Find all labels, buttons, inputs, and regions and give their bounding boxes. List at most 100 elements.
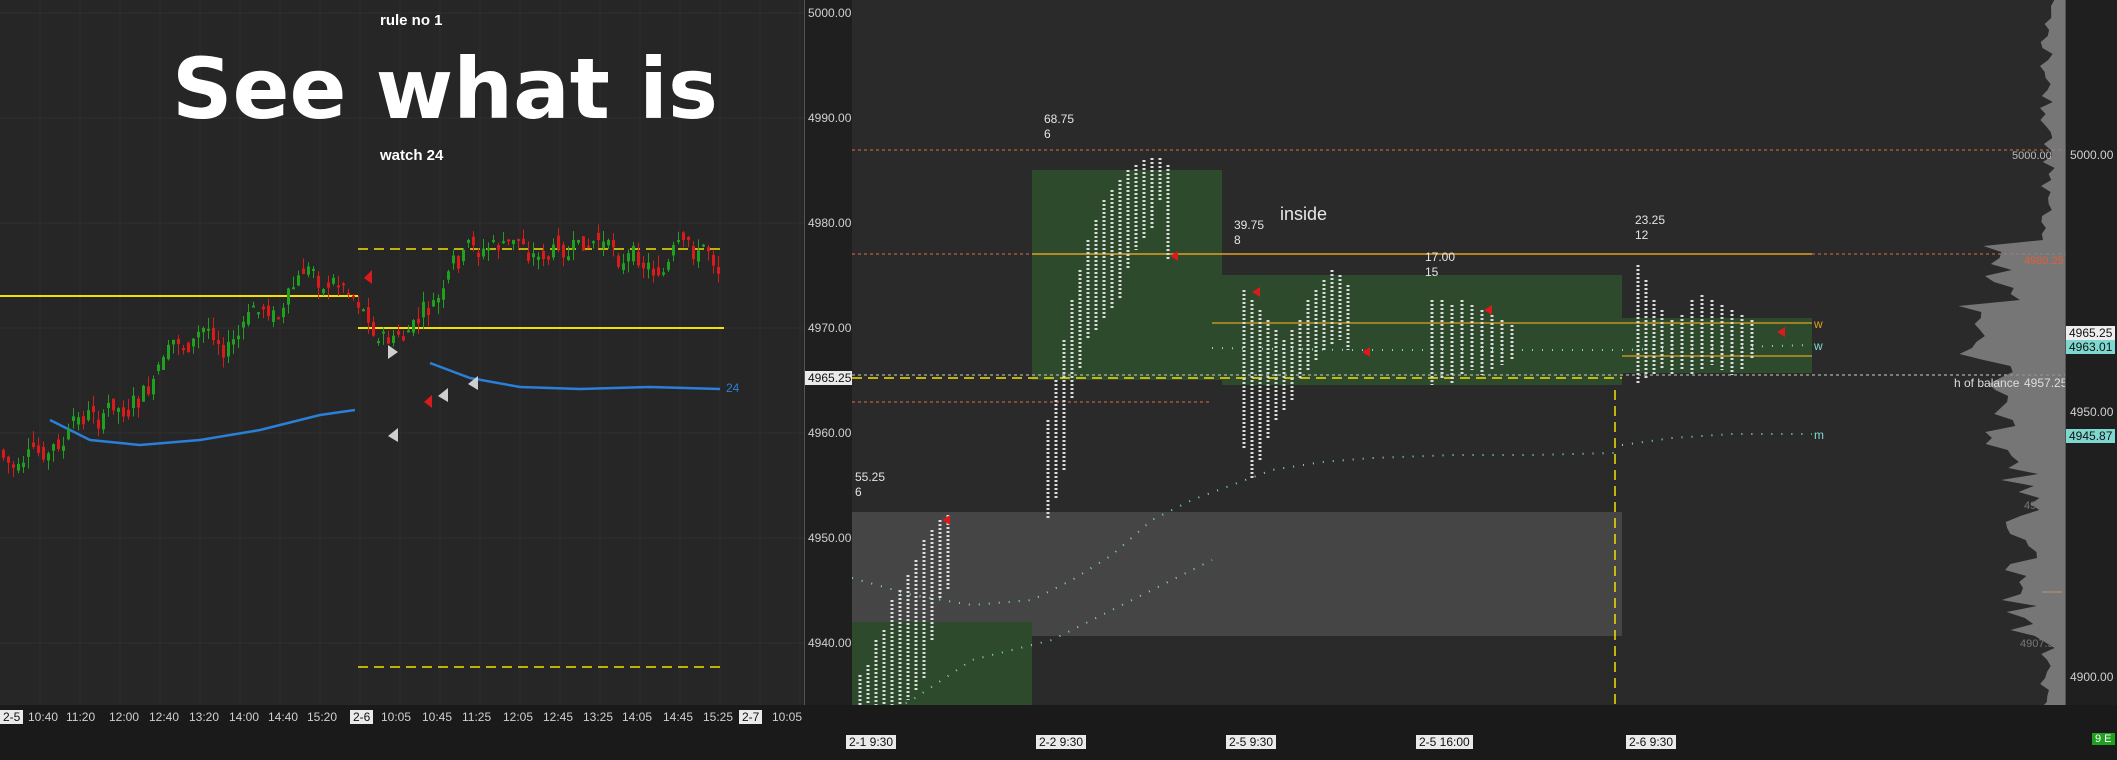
candle-body (277, 317, 280, 320)
candle-body (657, 267, 660, 276)
candle-body (72, 416, 75, 421)
balance-zone (852, 512, 1622, 636)
balance-label: h of balance (1954, 376, 2020, 390)
candle-body (617, 255, 620, 267)
candle-body (572, 240, 575, 250)
rule-text: rule no 1 (380, 12, 443, 29)
candle-body (137, 398, 140, 408)
x-tick: 14:40 (268, 710, 299, 724)
line-tag: w (1814, 317, 1823, 331)
candle-body (27, 449, 30, 457)
current-price-tag: 4965.25 (805, 371, 855, 385)
candle-body (197, 331, 200, 338)
value-area-session-4 (1622, 318, 1812, 373)
x-tick: 12:40 (149, 710, 180, 724)
moving-average-line (49, 408, 356, 447)
candle-body (442, 288, 445, 300)
price-tag: 4963.01 (2066, 340, 2116, 354)
candle-body (457, 255, 460, 269)
candle-body (77, 417, 80, 425)
right-price-axis[interactable]: 5000.00 4950.00 4900.00 4965.25 4963.01 … (2065, 0, 2117, 730)
candle-body (607, 240, 610, 246)
candle-body (367, 307, 370, 323)
candle-body (432, 300, 435, 307)
x-tick: 14:00 (229, 710, 260, 724)
candle-body (127, 409, 130, 417)
y-tick: 4950.00 (2070, 405, 2114, 419)
candle-body (287, 288, 290, 305)
candle-body (297, 275, 300, 286)
stat-range: 55.25 (855, 470, 886, 484)
candle-body (227, 341, 230, 357)
candle-body (627, 253, 630, 262)
candle-body (237, 335, 240, 340)
candle-body (272, 310, 275, 322)
candle-body (557, 235, 560, 250)
candle-body (152, 378, 155, 395)
marker-triangle (388, 345, 398, 359)
candle-body (682, 232, 685, 240)
candle-body (467, 240, 470, 243)
candle-body (2, 449, 5, 458)
x-tick: 11:20 (66, 710, 96, 724)
candle-body (307, 266, 310, 275)
candle-body (522, 238, 525, 245)
candle-body (117, 408, 120, 412)
y-tick: 4960.00 (808, 426, 852, 440)
candle-body (512, 240, 515, 245)
left-price-axis[interactable]: 5000.00 4990.00 4980.00 4970.00 4960.00 … (804, 0, 857, 705)
candle-body (207, 328, 210, 331)
x-tick: 10:05 (381, 710, 412, 724)
candle-body (142, 385, 145, 402)
candle-body (587, 245, 590, 248)
candle-body (212, 328, 215, 341)
candle-body (487, 247, 490, 251)
stat-count: 8 (1234, 233, 1241, 247)
y-tick: 4940.00 (808, 636, 852, 650)
price-tag: 4965.25 (2066, 326, 2116, 340)
x-tick-date: 2-6 (350, 710, 374, 724)
x-tick: 11:25 (462, 710, 492, 724)
candle-body (652, 268, 655, 276)
session-label: 2-6 9:30 (1626, 735, 1677, 749)
dotted-line (1621, 433, 1812, 446)
candle-body (482, 248, 485, 257)
candle-body (702, 244, 705, 247)
right-market-profile-chart[interactable]: 55.25 6 68.75 6 39.75 8 17.00 15 23.25 12 ins… (838, 0, 2067, 730)
candle-body (192, 338, 195, 347)
x-tick: 13:20 (189, 710, 220, 724)
x-tick: 13:25 (583, 710, 614, 724)
candle-body (177, 338, 180, 345)
candle-body (597, 232, 600, 240)
candle-body (217, 340, 220, 345)
candle-body (357, 301, 360, 308)
ma-label: 24 (726, 381, 740, 395)
candle-body (327, 282, 330, 288)
session-stat-4: 17.00 15 (1425, 250, 1455, 280)
candle-body (62, 445, 65, 451)
candle-body (647, 262, 650, 270)
candle-body (662, 272, 665, 275)
y-tick: 4950.00 (808, 531, 852, 545)
profile-price-label: 4930 (2024, 500, 2049, 512)
candle-body (372, 321, 375, 336)
candle-body (57, 439, 60, 449)
candle-body (172, 339, 175, 345)
session-label: 2-5 9:30 (1226, 735, 1277, 749)
candle-body (452, 255, 455, 264)
candle-body (97, 419, 100, 429)
candle-body (547, 256, 550, 260)
value-area-session-2 (1032, 170, 1222, 380)
candle-body (397, 331, 400, 335)
candle-body (387, 337, 390, 344)
candle-body (392, 335, 395, 343)
x-tick: 10:05 (772, 710, 803, 724)
left-candlestick-chart[interactable]: rule no 1 See what is watch 24 24 (0, 0, 804, 705)
session-label: 2-1 9:30 (846, 735, 897, 749)
candle-body (582, 236, 585, 251)
y-tick: 4900.00 (2070, 670, 2114, 684)
headline: See what is (172, 40, 718, 138)
candle-body (17, 463, 20, 471)
candle-body (157, 364, 160, 371)
candle-body (532, 253, 535, 258)
